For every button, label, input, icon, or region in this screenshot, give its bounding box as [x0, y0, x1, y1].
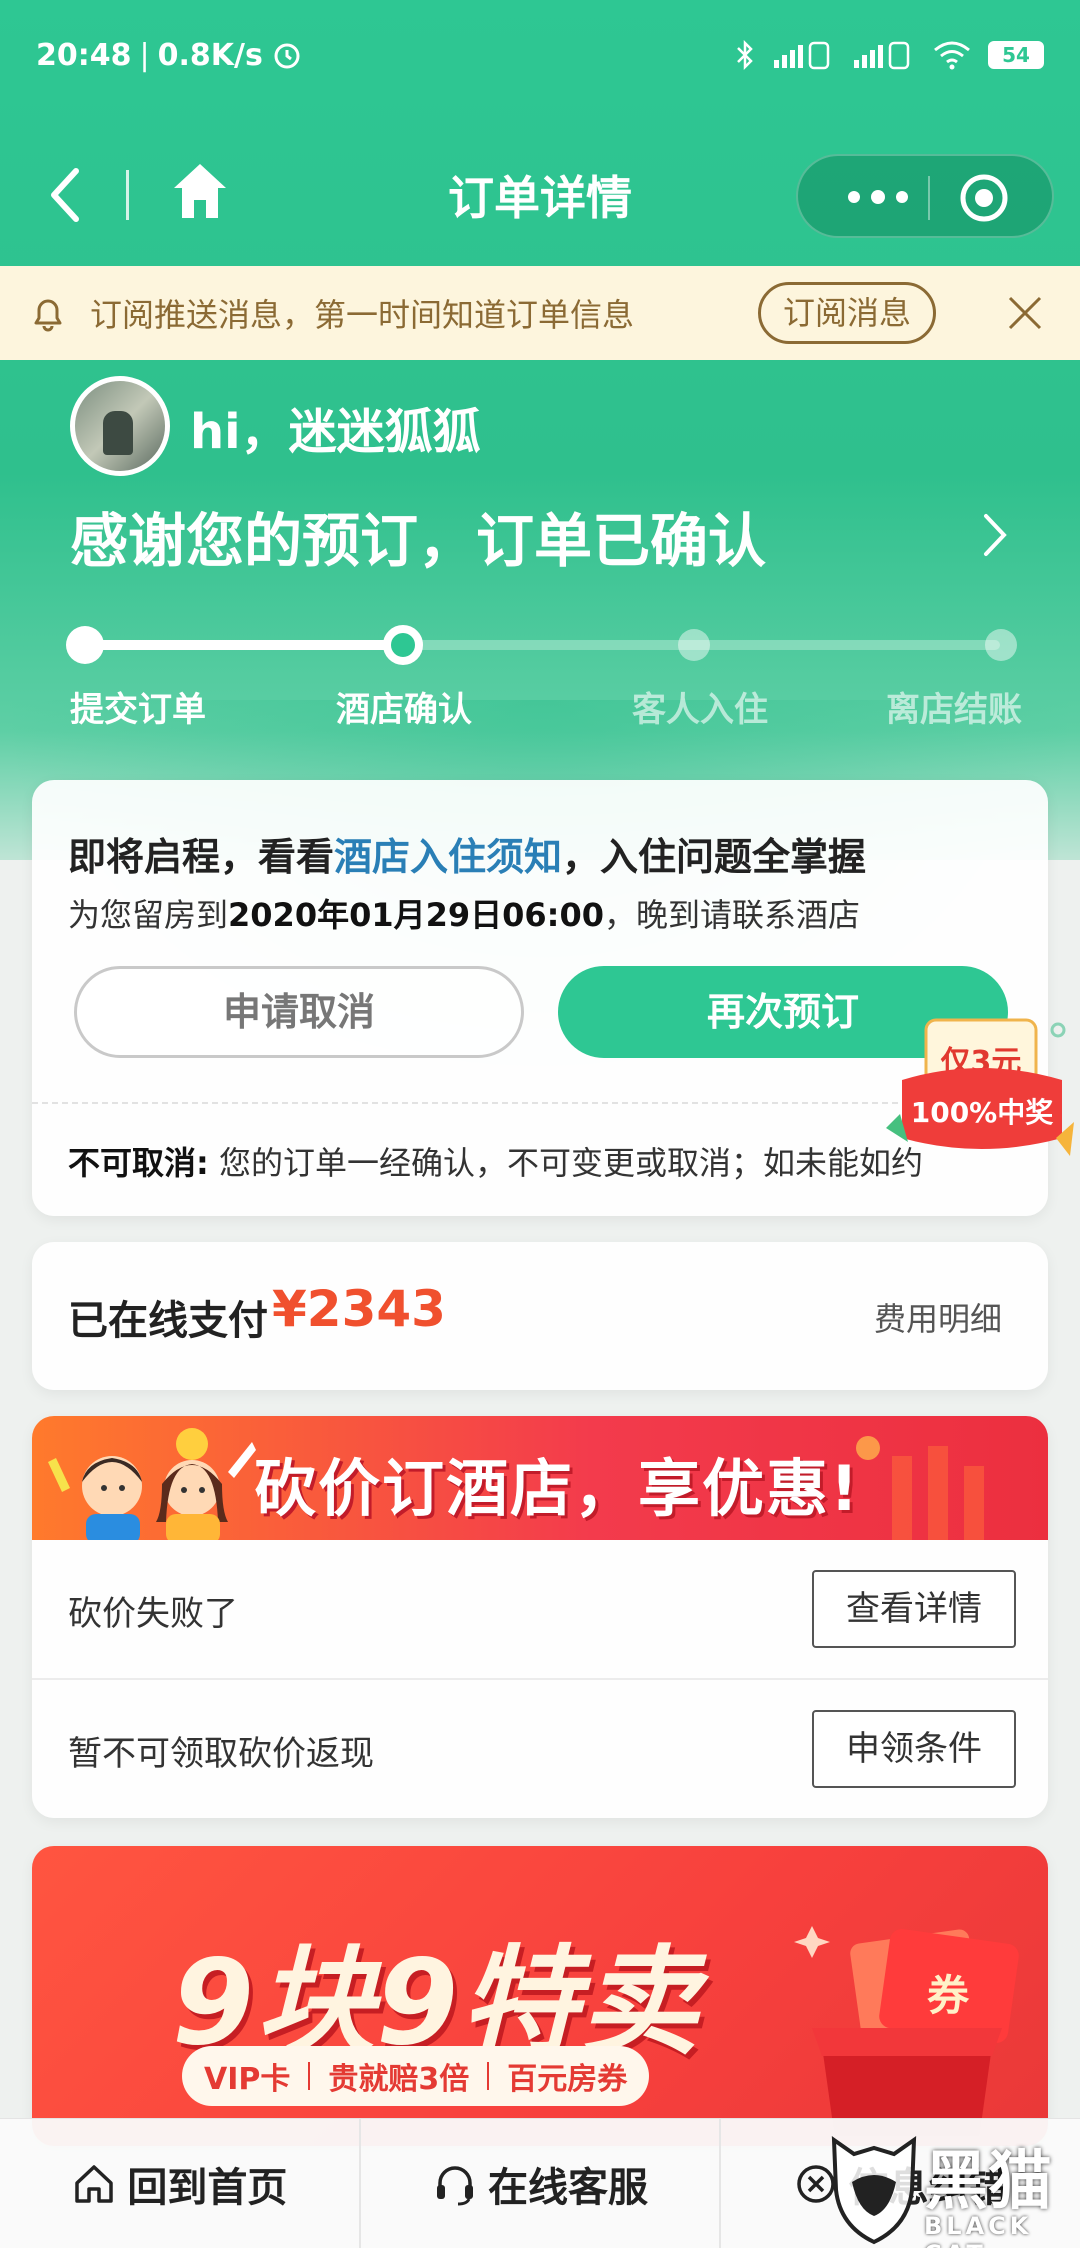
apply-cancel-button[interactable]: 申请取消: [74, 966, 524, 1058]
order-status-headline[interactable]: 感谢您的预订，订单已确认: [70, 494, 766, 578]
flash-sale-banner[interactable]: 9块9特卖 VIP卡 贵就赔3倍 百元房券 券: [32, 1846, 1048, 2146]
bargain-banner[interactable]: 砍价订酒店，享优惠!: [32, 1416, 1048, 1540]
status-divider: |: [139, 37, 150, 73]
chip-vip: VIP卡: [204, 2062, 291, 2097]
checkin-guide-link[interactable]: 酒店入住须知: [334, 835, 562, 879]
room-hold-text: 为您留房到2020年01月29日06:00，晚到请联系酒店: [68, 890, 860, 936]
step-label-submitted: 提交订单: [70, 690, 206, 730]
hold-prefix: 为您留房到: [68, 896, 229, 934]
notice-title-suffix: ，入住问题全掌握: [562, 835, 867, 879]
hold-time: 2020年01月29日06:00: [228, 896, 605, 934]
payment-card: 已在线支付 ¥2343 费用明细: [32, 1242, 1048, 1390]
greeting-text: hi，迷迷狐狐: [190, 404, 481, 460]
cat-shield-logo: [831, 2136, 917, 2245]
hold-suffix: ，晚到请联系酒店: [604, 896, 861, 934]
bargain-decoration: [856, 1436, 984, 1540]
capsule-divider: [928, 176, 930, 220]
back-home-label: 回到首页: [127, 2164, 288, 2211]
step-dot-checkout: [985, 629, 1017, 661]
bargain-slogan: 砍价订酒店，享优惠!: [254, 1452, 861, 1525]
notice-title-prefix: 即将启程，看看: [68, 835, 335, 879]
online-service-button[interactable]: 在线客服: [358, 2119, 720, 2248]
progress-fill: [84, 640, 402, 650]
home-outline-icon: [75, 2164, 114, 2203]
avatar: [70, 376, 170, 476]
step-label-checkin: 客人入住: [632, 690, 768, 730]
subscribe-banner: 订阅推送消息，第一时间知道订单信息 订阅消息: [0, 266, 1080, 360]
flash-sale-chips: VIP卡 贵就赔3倍 百元房券: [182, 2046, 650, 2106]
watermark-en: BLACK CAT: [924, 2212, 1033, 2248]
back-home-button[interactable]: 回到首页: [0, 2119, 359, 2248]
wifi-icon: [934, 41, 970, 70]
signal-icon-2: [854, 41, 910, 70]
bargain-card: 砍价订酒店，享优惠! 砍价失败了 查看详情 暂不可领取砍价返现 申领条件: [32, 1416, 1048, 1818]
step-dot-submitted: [66, 626, 104, 664]
step-dot-checkin: [678, 629, 710, 661]
alarm-icon: [274, 43, 300, 69]
chip-separator: [487, 2062, 490, 2090]
chip-compensation: 贵就赔3倍: [328, 2062, 470, 2097]
kids-illustration-icon: [48, 1428, 256, 1540]
order-detail-page: 20:48 | 0.8K/s 54 订单详情 订阅推送消息，第一时间知道订单信息…: [0, 0, 1080, 2248]
gift-box-icon: 券: [794, 1926, 1019, 2136]
step-dot-confirmed: [383, 625, 423, 665]
close-icon[interactable]: [1006, 294, 1044, 332]
subscribe-text: 订阅推送消息，第一时间知道订单信息: [90, 296, 635, 334]
lottery-promo-badge[interactable]: 仅3元 100%中奖: [886, 1010, 1076, 1180]
close-miniprogram-icon[interactable]: [958, 172, 1010, 224]
more-dots-icon[interactable]: [838, 182, 918, 212]
bell-icon: [34, 299, 62, 332]
subscribe-button[interactable]: 订阅消息: [758, 282, 936, 344]
battery-icon: 54: [988, 41, 1044, 69]
status-bar: 20:48 | 0.8K/s 54: [0, 0, 1080, 110]
watermark-cn: 黑猫: [924, 2145, 1052, 2219]
bargain-status-text: 砍价失败了: [68, 1594, 238, 1634]
paid-amount: ¥2343: [272, 1280, 446, 1338]
step-label-checkout: 离店结账: [886, 690, 1022, 730]
status-speed: 0.8K/s: [157, 37, 263, 73]
chip-separator: [308, 2062, 311, 2090]
policy-text: 您的订单一经确认，不可变更或取消；如未能如约: [208, 1144, 923, 1182]
gift-label: 券: [927, 1971, 970, 2020]
mini-program-capsule: [796, 154, 1054, 238]
claim-conditions-button[interactable]: 申领条件: [812, 1710, 1016, 1788]
headset-icon: [437, 2165, 473, 2205]
nav-bar: 订单详情: [0, 120, 1080, 270]
online-service-label: 在线客服: [488, 2164, 648, 2211]
notice-title: 即将启程，看看酒店入住须知，入住问题全掌握: [68, 826, 866, 881]
bluetooth-icon: [737, 39, 753, 71]
bargain-cashback-text: 暂不可领取砍价返现: [68, 1734, 374, 1774]
bargain-cashback-row: 暂不可领取砍价返现 申领条件: [32, 1678, 1048, 1816]
fee-detail-link[interactable]: 费用明细: [874, 1294, 1002, 1340]
chip-voucher: 百元房券: [507, 2062, 628, 2097]
step-label-confirmed: 酒店确认: [336, 690, 472, 730]
view-details-button[interactable]: 查看详情: [812, 1570, 1016, 1648]
signal-icon-1: [774, 41, 830, 70]
policy-label: 不可取消:: [68, 1144, 209, 1182]
blackcat-watermark: 黑猫 BLACK CAT: [820, 2130, 1070, 2248]
paid-online-label: 已在线支付: [68, 1298, 268, 1344]
status-time: 20:48: [36, 37, 132, 73]
promo-line2: 100%中奖: [911, 1096, 1054, 1129]
bargain-status-row: 砍价失败了 查看详情: [32, 1540, 1048, 1678]
cancel-policy[interactable]: 不可取消: 您的订单一经确认，不可变更或取消；如未能如约: [68, 1138, 1008, 1184]
chevron-right-icon[interactable]: [980, 510, 1010, 560]
